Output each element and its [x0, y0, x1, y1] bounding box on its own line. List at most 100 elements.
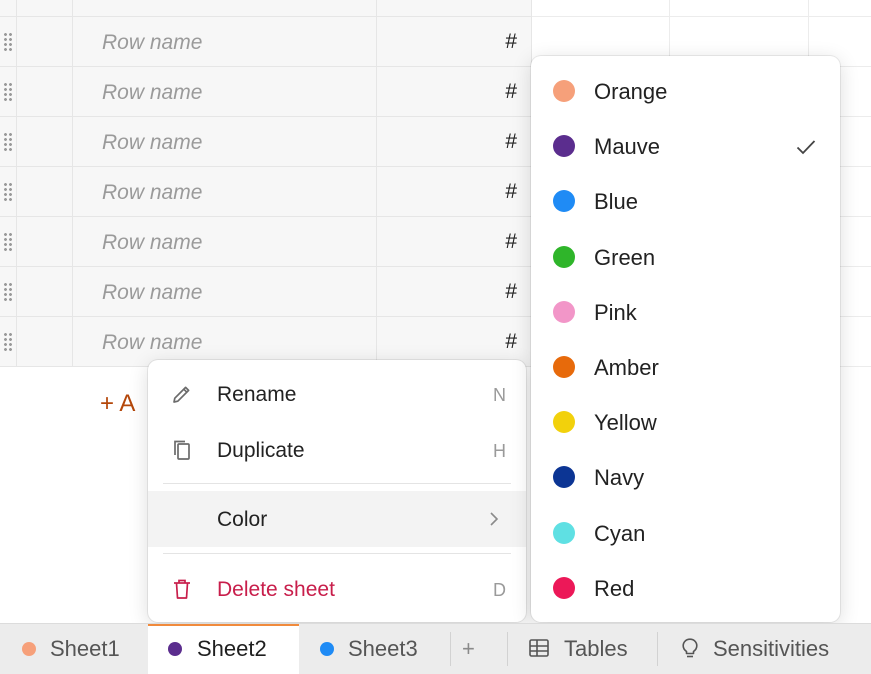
color-option-pink[interactable]: Pink — [531, 285, 840, 340]
row-value-cell[interactable]: # — [377, 217, 532, 267]
drag-handle-icon — [3, 282, 13, 302]
table-row — [0, 0, 871, 17]
color-swatch — [553, 80, 575, 102]
row-number-cell[interactable] — [17, 217, 73, 267]
row-name-cell[interactable] — [73, 0, 377, 17]
row-name-placeholder: Row name — [102, 81, 203, 104]
row-number-cell[interactable] — [17, 67, 73, 117]
row-value: # — [505, 330, 517, 353]
tables-label: Tables — [564, 636, 628, 661]
row-value: # — [505, 130, 517, 153]
color-option-label: Red — [594, 575, 635, 601]
row-number-cell[interactable] — [17, 317, 73, 367]
tab-label: Sheet3 — [348, 636, 418, 661]
row-number-cell[interactable] — [17, 267, 73, 317]
sheet-color-dot — [320, 642, 334, 656]
tab-label: Sheet1 — [50, 636, 120, 661]
color-option-label: Mauve — [594, 134, 661, 160]
row-drag-handle[interactable] — [0, 267, 17, 317]
color-option-amber[interactable]: Amber — [531, 340, 840, 395]
color-swatch — [553, 356, 575, 378]
add-row-button[interactable]: + A — [100, 390, 135, 418]
color-option-blue[interactable]: Blue — [531, 174, 840, 229]
row-drag-handle[interactable] — [0, 117, 17, 167]
color-label: Color — [217, 508, 268, 531]
tab-sheet1[interactable]: Sheet1 — [0, 624, 148, 674]
row-value-cell[interactable]: # — [377, 67, 532, 117]
sensitivities-button[interactable]: Sensitivities — [658, 624, 871, 674]
row-drag-handle[interactable] — [0, 67, 17, 117]
color-option-red[interactable]: Red — [531, 561, 840, 616]
row-value-cell[interactable]: # — [377, 267, 532, 317]
row-name-placeholder: Row name — [102, 231, 203, 254]
sheet-context-menu: Rename N Duplicate H Color Delete sheet … — [148, 360, 526, 622]
rename-shortcut: N — [493, 385, 506, 405]
drag-handle-icon — [3, 182, 13, 202]
color-swatch — [553, 411, 575, 434]
color-option-cyan[interactable]: Cyan — [531, 506, 840, 561]
row-value-cell[interactable]: # — [377, 167, 532, 217]
color-option-green[interactable]: Green — [531, 230, 840, 285]
delete-sheet-label: Delete sheet — [217, 578, 335, 601]
color-option-label: Amber — [594, 355, 659, 380]
row-name-cell[interactable]: Row name — [73, 167, 377, 217]
delete-sheet-menu-item[interactable]: Delete sheet D — [148, 561, 526, 617]
drag-handle-icon — [3, 32, 13, 52]
color-menu-item[interactable]: Color — [148, 491, 526, 547]
row-value-cell[interactable] — [377, 0, 532, 17]
row-number-cell[interactable] — [17, 117, 73, 167]
row-drag-handle[interactable] — [0, 217, 17, 267]
tables-button[interactable]: Tables — [508, 624, 656, 674]
row-name-cell[interactable]: Row name — [73, 17, 377, 67]
row-number-cell[interactable] — [17, 17, 73, 67]
row-name-placeholder: Row name — [102, 131, 203, 154]
color-option-navy[interactable]: Navy — [531, 450, 840, 505]
checkmark-icon — [796, 140, 816, 155]
grid-cell[interactable] — [670, 0, 809, 17]
lightbulb-icon — [682, 638, 698, 658]
color-submenu: Orange Mauve Blue Green Pink Amber Yellow Navy C… — [531, 56, 840, 622]
color-option-label: Navy — [594, 465, 645, 491]
add-sheet-button[interactable]: + — [451, 624, 491, 674]
color-swatch — [553, 300, 575, 323]
grid-cell[interactable] — [809, 0, 871, 17]
color-option-label: Orange — [594, 79, 668, 104]
row-name-cell[interactable]: Row name — [73, 217, 377, 267]
row-value: # — [505, 80, 517, 103]
row-drag-handle[interactable] — [0, 0, 17, 17]
color-swatch — [553, 521, 575, 544]
copy-icon — [174, 440, 190, 460]
grid-cell[interactable] — [532, 0, 670, 17]
row-name-placeholder: Row name — [102, 181, 203, 204]
row-value: # — [505, 180, 517, 203]
duplicate-label: Duplicate — [217, 439, 305, 462]
row-value-cell[interactable]: # — [377, 117, 532, 167]
row-number-cell[interactable] — [17, 167, 73, 217]
row-value: # — [505, 230, 517, 253]
menu-divider — [163, 483, 511, 484]
row-value-cell[interactable]: # — [377, 17, 532, 67]
color-option-yellow[interactable]: Yellow — [531, 395, 840, 450]
rename-label: Rename — [217, 383, 297, 406]
row-name-cell[interactable]: Row name — [73, 117, 377, 167]
drag-handle-icon — [3, 82, 13, 102]
color-option-mauve[interactable]: Mauve — [531, 119, 840, 174]
row-drag-handle[interactable] — [0, 17, 17, 67]
row-drag-handle[interactable] — [0, 167, 17, 217]
row-drag-handle[interactable] — [0, 317, 17, 367]
sheet-tab-bar: Sheet1 Sheet2 Sheet3 + Tables Sensitivit… — [0, 623, 871, 674]
duplicate-menu-item[interactable]: Duplicate H — [148, 422, 526, 478]
tab-label: Sheet2 — [197, 636, 267, 661]
color-swatch — [553, 576, 575, 599]
row-number-cell[interactable] — [17, 0, 73, 17]
row-name-cell[interactable]: Row name — [73, 267, 377, 317]
row-name-cell[interactable]: Row name — [73, 67, 377, 117]
row-name-placeholder: Row name — [102, 331, 203, 354]
pencil-icon — [173, 386, 190, 403]
color-option-orange[interactable]: Orange — [531, 64, 840, 119]
tab-sheet3[interactable]: Sheet3 — [299, 624, 450, 674]
tab-sheet2[interactable]: Sheet2 — [148, 624, 299, 674]
color-option-label: Yellow — [594, 410, 657, 436]
color-option-label: Pink — [594, 299, 637, 325]
rename-menu-item[interactable]: Rename N — [148, 366, 526, 422]
